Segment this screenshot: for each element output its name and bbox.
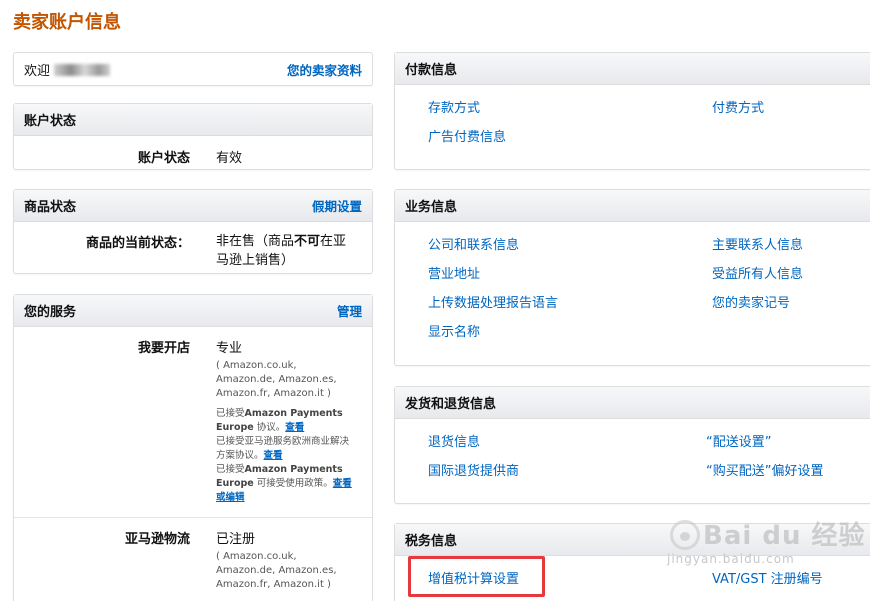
service-marketplaces: ( Amazon.co.uk, Amazon.de, Amazon.es, Am… bbox=[216, 551, 337, 590]
service-detail: 专业 ( Amazon.co.uk, Amazon.de, Amazon.es,… bbox=[216, 337, 356, 505]
return-info-link[interactable]: 退货信息 bbox=[428, 433, 706, 452]
listing-status-box: 商品状态 假期设置 商品的当前状态： 非在售（商品不可在亚马逊上销售） bbox=[13, 189, 373, 274]
company-contact-link[interactable]: 公司和联系信息 bbox=[428, 236, 712, 255]
shipping-links: 退货信息 “配送设置” 国际退货提供商 “购买配送”偏好设置 bbox=[395, 419, 870, 481]
listing-status-header: 商品状态 假期设置 bbox=[14, 190, 372, 222]
shipping-returns-box: 发货和退货信息 退货信息 “配送设置” 国际退货提供商 “购买配送”偏好设置 bbox=[394, 386, 870, 504]
account-status-value: 有效 bbox=[216, 151, 243, 166]
service-value: 专业 bbox=[216, 341, 243, 356]
agreement-note-text: 已接受 bbox=[216, 408, 245, 419]
listing-status-value: 非在售（商品不可在亚马逊上销售） bbox=[216, 232, 356, 270]
seller-profile-link[interactable]: 您的卖家资料 bbox=[287, 60, 362, 79]
business-info-box: 业务信息 公司和联系信息 主要联系人信息 营业地址 受益所有人信息 上传数据处理… bbox=[394, 189, 870, 366]
account-status-box: 账户状态 账户状态 有效 bbox=[13, 103, 373, 170]
welcome-box: 欢迎 您的卖家资料 bbox=[13, 52, 373, 86]
shipping-settings-link[interactable]: “配送设置” bbox=[706, 433, 870, 452]
payment-info-header: 付款信息 bbox=[395, 53, 870, 85]
payment-info-title: 付款信息 bbox=[405, 63, 458, 78]
business-address-link[interactable]: 营业地址 bbox=[428, 265, 712, 284]
service-label: 亚马逊物流 bbox=[124, 532, 190, 547]
business-info-title: 业务信息 bbox=[405, 200, 458, 215]
welcome-label: 欢迎 bbox=[24, 63, 51, 79]
service-agreements: 已接受Amazon Payments Europe 协议。查看 已接受亚马逊服务… bbox=[216, 407, 356, 505]
account-status-title: 账户状态 bbox=[24, 114, 77, 129]
service-label: 我要开店 bbox=[137, 341, 190, 356]
listing-status-row: 商品的当前状态： 非在售（商品不可在亚马逊上销售） bbox=[14, 222, 372, 270]
seller-token-link[interactable]: 您的卖家记号 bbox=[712, 294, 870, 313]
charge-methods-link[interactable]: 付费方式 bbox=[712, 99, 870, 118]
page-title: 卖家账户信息 bbox=[13, 12, 121, 33]
account-status-header: 账户状态 bbox=[14, 104, 372, 136]
your-services-title: 您的服务 bbox=[24, 305, 77, 320]
service-row-fba: 亚马逊物流 已注册 ( Amazon.co.uk, Amazon.de, Ama… bbox=[14, 518, 372, 592]
business-info-header: 业务信息 bbox=[395, 190, 870, 222]
shipping-returns-header: 发货和退货信息 bbox=[395, 387, 870, 419]
service-marketplaces: ( Amazon.co.uk, Amazon.de, Amazon.es, Am… bbox=[216, 360, 337, 399]
service-detail: 已注册 ( Amazon.co.uk, Amazon.de, Amazon.es… bbox=[216, 528, 356, 592]
agreement-note-text: 可接受使用政策。 bbox=[256, 478, 333, 489]
upload-report-language-link[interactable]: 上传数据处理报告语言 bbox=[428, 294, 712, 313]
listing-status-value-bold: 不可 bbox=[294, 234, 321, 249]
advertising-payment-link[interactable]: 广告付费信息 bbox=[428, 128, 712, 147]
deposit-methods-link[interactable]: 存款方式 bbox=[428, 99, 712, 118]
highlight-box bbox=[408, 556, 545, 597]
agreement-note-text: 已接受 bbox=[216, 464, 245, 475]
primary-contact-link[interactable]: 主要联系人信息 bbox=[712, 236, 870, 255]
business-links: 公司和联系信息 主要联系人信息 营业地址 受益所有人信息 上传数据处理报告语言 … bbox=[395, 222, 870, 342]
payment-links: 存款方式 付费方式 广告付费信息 bbox=[395, 85, 870, 147]
welcome-text: 欢迎 bbox=[24, 60, 111, 79]
manage-services-link[interactable]: 管理 bbox=[337, 301, 362, 320]
your-services-header: 您的服务 管理 bbox=[14, 295, 372, 327]
buy-shipping-preferences-link[interactable]: “购买配送”偏好设置 bbox=[706, 462, 870, 481]
view-agreement-link[interactable]: 查看 bbox=[285, 422, 304, 433]
listing-status-label: 商品的当前状态： bbox=[85, 236, 190, 251]
beneficial-owner-link[interactable]: 受益所有人信息 bbox=[712, 265, 870, 284]
account-status-row: 账户状态 有效 bbox=[14, 136, 372, 166]
tax-info-header: 税务信息 bbox=[395, 524, 870, 556]
service-value: 已注册 bbox=[216, 532, 256, 547]
listing-status-title: 商品状态 bbox=[24, 200, 77, 215]
tax-info-title: 税务信息 bbox=[405, 534, 458, 549]
vacation-settings-link[interactable]: 假期设置 bbox=[312, 196, 362, 215]
shipping-returns-title: 发货和退货信息 bbox=[405, 397, 497, 412]
service-row-selling: 我要开店 专业 ( Amazon.co.uk, Amazon.de, Amazo… bbox=[14, 327, 372, 517]
listing-status-value-part1: 非在售（商品 bbox=[216, 234, 295, 249]
display-name-link[interactable]: 显示名称 bbox=[428, 323, 712, 342]
payment-info-box: 付款信息 存款方式 付费方式 广告付费信息 bbox=[394, 52, 870, 170]
agreement-note-text: 协议。 bbox=[256, 422, 286, 433]
account-status-label: 账户状态 bbox=[137, 151, 190, 166]
blurred-seller-name bbox=[54, 63, 111, 76]
intl-returns-provider-link[interactable]: 国际退货提供商 bbox=[428, 462, 706, 481]
vat-gst-registration-link[interactable]: VAT/GST 注册编号 bbox=[712, 570, 870, 589]
view-agreement-link[interactable]: 查看 bbox=[264, 450, 283, 461]
your-services-box: 您的服务 管理 我要开店 专业 ( Amazon.co.uk, Amazon.d… bbox=[13, 294, 373, 601]
